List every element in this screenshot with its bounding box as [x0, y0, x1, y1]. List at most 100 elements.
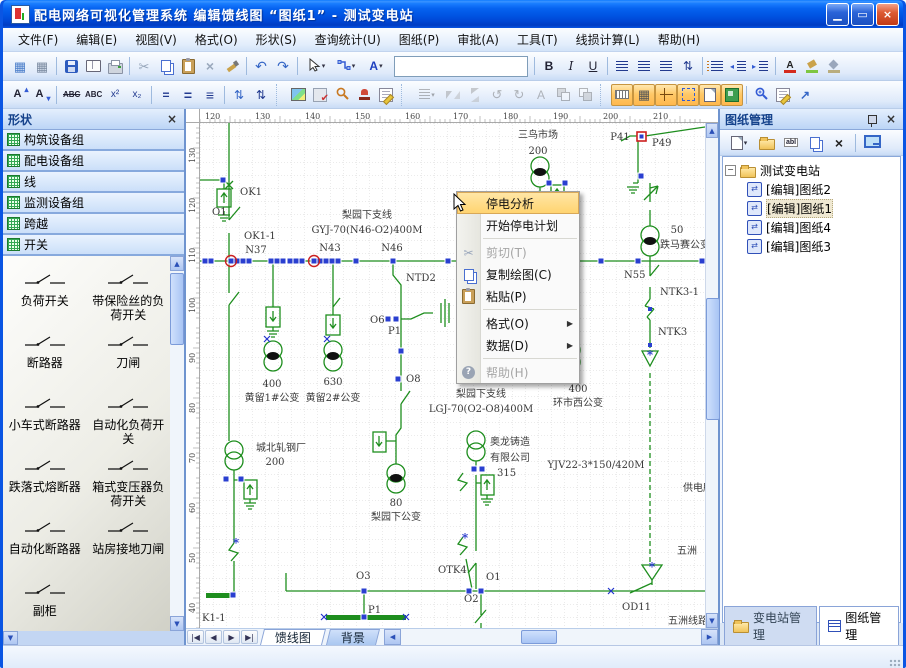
sheet-tab-馈线图[interactable]: 馈线图: [260, 629, 326, 645]
shape-group-构筑设备组[interactable]: 构筑设备组: [3, 130, 184, 151]
sheet-nav-button[interactable]: ◀: [205, 630, 222, 644]
bold-button[interactable]: B: [538, 55, 560, 77]
resize-grip[interactable]: [889, 659, 901, 668]
sheet-nav-button[interactable]: |◀: [187, 630, 204, 644]
restore-button[interactable]: ▭: [851, 3, 874, 26]
shrink-font-button[interactable]: A: [31, 84, 53, 106]
shape-group-跨越[interactable]: 跨越: [3, 214, 184, 235]
canvas-scroll-down-icon[interactable]: ▼: [706, 613, 718, 628]
cut-button[interactable]: ✂: [133, 55, 155, 77]
minimize-button[interactable]: ▁: [826, 3, 849, 26]
fill-color-button[interactable]: [823, 55, 845, 77]
context-menu-item[interactable]: 数据(D)▶: [457, 334, 579, 356]
menu-图纸(P)[interactable]: 图纸(P): [390, 29, 449, 50]
undo-button[interactable]: ↶: [250, 55, 272, 77]
tree-item[interactable]: ⇄[编辑]图纸3: [725, 237, 898, 256]
tree-item[interactable]: ⇄[编辑]图纸4: [725, 218, 898, 237]
panel-tab-变电站管理[interactable]: 变电站管理: [724, 606, 817, 645]
vertical-text-button[interactable]: ⇅: [677, 55, 699, 77]
menu-文件(F)[interactable]: 文件(F): [9, 29, 67, 50]
context-menu-item[interactable]: 复制绘图(C): [457, 263, 579, 285]
canvas-vscrollbar[interactable]: ▲ ▼: [705, 123, 718, 628]
menu-工具(T)[interactable]: 工具(T): [508, 29, 567, 50]
menu-格式(O)[interactable]: 格式(O): [186, 29, 247, 50]
redo-button[interactable]: ↷: [272, 55, 294, 77]
shapes-scrollbar[interactable]: ▲ ▼: [170, 256, 184, 631]
drawings-panel-close-icon[interactable]: ×: [884, 112, 898, 126]
rename-drawing-button[interactable]: abl: [780, 132, 802, 154]
tree-root[interactable]: −测试变电站: [725, 161, 898, 180]
space-before-button[interactable]: ⇅: [228, 84, 250, 106]
context-menu-item[interactable]: 粘贴(P): [457, 285, 579, 307]
print-button[interactable]: [104, 55, 126, 77]
canvas-scroll-up-icon[interactable]: ▲: [706, 123, 718, 138]
scroll-up-icon[interactable]: ▲: [170, 256, 184, 271]
save-button[interactable]: [60, 55, 82, 77]
properties-button[interactable]: [772, 84, 794, 106]
align-right-button[interactable]: [655, 55, 677, 77]
shape-item[interactable]: 刀闸: [87, 328, 171, 390]
superscript-button[interactable]: x²: [104, 84, 126, 106]
shape-item[interactable]: 断路器: [3, 328, 87, 390]
shape-item[interactable]: 副柜: [3, 576, 87, 638]
shape-item[interactable]: 负荷开关: [3, 266, 87, 328]
line-spacing-double-button[interactable]: ≡: [199, 84, 221, 106]
italic-button[interactable]: I: [560, 55, 582, 77]
stamp-button[interactable]: [353, 84, 375, 106]
export-drawing-button[interactable]: [861, 132, 883, 154]
grid-toggle-button[interactable]: ▦: [633, 84, 655, 106]
copy-button[interactable]: [155, 55, 177, 77]
shape-group-开关[interactable]: 开关: [3, 235, 184, 256]
underline-button[interactable]: U: [582, 55, 604, 77]
canvas-scroll-right-icon[interactable]: ▶: [701, 629, 718, 645]
guides-toggle-button[interactable]: [655, 84, 677, 106]
text-tool-button[interactable]: A▾: [361, 55, 391, 77]
line-spacing-single-button[interactable]: =: [155, 84, 177, 106]
menu-查询统计(U)[interactable]: 查询统计(U): [306, 29, 390, 50]
bullets-button[interactable]: [706, 55, 728, 77]
validate-diagram-button[interactable]: [309, 84, 331, 106]
align-left-button[interactable]: [611, 55, 633, 77]
pin-icon[interactable]: [868, 115, 877, 124]
print-preview-button[interactable]: [82, 55, 104, 77]
insert-picture-button[interactable]: [287, 84, 309, 106]
scroll-down-icon[interactable]: ▼: [170, 616, 184, 631]
align-center-button[interactable]: [633, 55, 655, 77]
no-strikethrough-button[interactable]: ABC: [82, 84, 104, 106]
connector-tool-button[interactable]: ▾: [331, 55, 361, 77]
page-break-toggle-button[interactable]: [699, 84, 721, 106]
strikethrough-button[interactable]: ABC: [60, 84, 82, 106]
copy-drawing-button[interactable]: [804, 132, 826, 154]
delete-drawing-button[interactable]: ×: [828, 132, 850, 154]
space-after-button[interactable]: ⇅: [250, 84, 272, 106]
tree-item[interactable]: ⇄[编辑]图纸2: [725, 180, 898, 199]
delete-button[interactable]: ×: [199, 55, 221, 77]
tree-item[interactable]: ⇄[编辑]图纸1: [725, 199, 898, 218]
format-painter-button[interactable]: [221, 55, 243, 77]
context-menu-item[interactable]: 格式(O)▶: [457, 312, 579, 334]
canvas-hscrollbar[interactable]: ◀ ▶: [384, 629, 718, 645]
menu-帮助(H)[interactable]: 帮助(H): [649, 29, 709, 50]
line-color-button[interactable]: [801, 55, 823, 77]
line-spacing-15-button[interactable]: =: [177, 84, 199, 106]
context-menu-item[interactable]: 开始停电计划: [457, 214, 579, 236]
outdent-button[interactable]: [728, 55, 750, 77]
find-button[interactable]: [331, 84, 353, 106]
pan-button[interactable]: ↗: [794, 84, 816, 106]
close-button[interactable]: ×: [876, 3, 899, 26]
shape-item[interactable]: 带保险丝的负荷开关: [87, 266, 171, 328]
paste-button[interactable]: [177, 55, 199, 77]
sheet-nav-button[interactable]: ▶|: [241, 630, 258, 644]
sheet-tab-背景[interactable]: 背景: [326, 629, 380, 645]
new-diagram-button[interactable]: ▦: [9, 55, 31, 77]
overview-toggle-button[interactable]: [721, 84, 743, 106]
shape-group-监测设备组[interactable]: 监测设备组: [3, 193, 184, 214]
menu-视图(V)[interactable]: 视图(V): [126, 29, 186, 50]
canvas-hscroll-thumb[interactable]: [521, 630, 557, 644]
shape-item[interactable]: 自动化负荷开关: [87, 390, 171, 452]
shape-item[interactable]: 跌落式熔断器: [3, 452, 87, 514]
canvas-scroll-left-icon[interactable]: ◀: [384, 629, 401, 645]
menu-编辑(E)[interactable]: 编辑(E): [67, 29, 126, 50]
menu-审批(A)[interactable]: 审批(A): [448, 29, 508, 50]
open-drawing-button[interactable]: [756, 132, 778, 154]
